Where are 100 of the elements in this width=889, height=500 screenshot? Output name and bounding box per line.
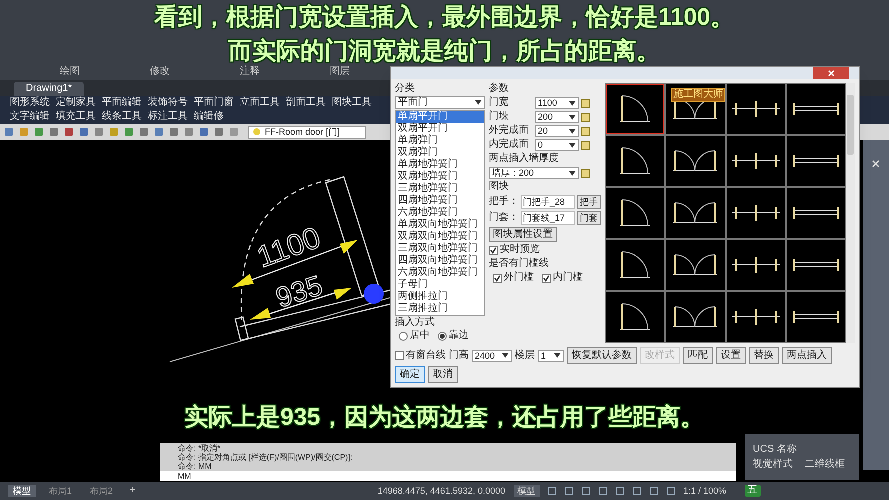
dialog-button[interactable]: 确定	[395, 366, 425, 383]
close-button[interactable]	[813, 67, 849, 79]
category-dropdown[interactable]: 平面门	[395, 96, 485, 109]
ime-indicator[interactable]: 五	[744, 485, 761, 497]
input-field[interactable]: 0	[535, 139, 579, 151]
door-type-list[interactable]: 单扇平开门 双扇平开门 单扇弹门 双扇弹门 单扇地弹簧门 双扇地弹簧门 三扇地弹簧门 四扇地弹簧门 六扇地弹簧门 单扇双向地弹簧门 双扇双向地弹簧门 三扇双向地弹簧门 四扇双向地弹簧门 六扇双向地弹簧门 子母门 两侧推拉门 三扇推拉门	[395, 110, 485, 316]
input-field[interactable]: 门把手_28	[521, 195, 575, 209]
list-item[interactable]: 双扇地弹簧门	[396, 171, 484, 183]
tool-menu-item[interactable]: 编辑修	[194, 110, 224, 124]
subtitle-text: 实际上是935，因为这两边套，还占用了些距离。	[184, 404, 705, 432]
door-thumbnail[interactable]	[786, 136, 845, 186]
door-thumbnail[interactable]	[606, 84, 664, 134]
list-item[interactable]: 三扇双向地弹簧门	[396, 243, 484, 255]
door-symbol-drawing	[672, 202, 718, 224]
door-thumbnail[interactable]	[606, 188, 664, 238]
layer-dropdown[interactable]: FF-Room door [门]	[248, 126, 366, 138]
dialog-button[interactable]: 设置	[716, 347, 746, 364]
door-thumbnail[interactable]: 施工图大师	[666, 84, 724, 134]
tool-menu-item[interactable]: 标注工具	[148, 110, 188, 124]
subtitle-text: 看到，根据门宽设置插入，最外围边界，恰好是1100。	[154, 4, 735, 32]
dialog-button[interactable]: 匹配	[683, 347, 713, 364]
tool-menu-item[interactable]: 文字编辑	[10, 110, 50, 124]
dialog-button[interactable]: 取消	[428, 366, 458, 383]
document-tab[interactable]: Drawing1*	[14, 82, 84, 96]
block-button[interactable]: 把手	[577, 195, 601, 209]
input-field[interactable]: 1100	[535, 97, 579, 109]
layout-tab[interactable]: 布局1	[44, 485, 78, 497]
block-button[interactable]: 门套	[577, 211, 601, 225]
tool-menu-item[interactable]: 剖面工具	[286, 96, 326, 110]
tool-menu-item[interactable]: 图块工具	[332, 96, 372, 110]
door-thumbnail[interactable]	[786, 188, 845, 238]
door-thumbnail[interactable]	[726, 240, 785, 290]
property-label: 视觉样式	[753, 458, 793, 470]
input-field[interactable]: 2400	[472, 350, 512, 362]
door-thumbnail[interactable]	[786, 240, 845, 290]
door-thumbnail[interactable]	[606, 292, 664, 342]
ribbon-panel-label[interactable]: 图层	[330, 66, 350, 78]
checkbox[interactable]	[493, 274, 502, 282]
ribbon-panel-label[interactable]: 修改	[150, 66, 170, 78]
radio-button[interactable]	[438, 332, 447, 340]
tool-menu-item[interactable]: 定制家具	[56, 96, 96, 110]
tool-menu-item[interactable]: 线条工具	[102, 110, 142, 124]
list-item[interactable]: 双扇弹门	[396, 147, 484, 159]
list-item[interactable]: 六扇双向地弹簧门	[396, 267, 484, 279]
door-thumbnail[interactable]	[786, 292, 845, 342]
door-thumbnail[interactable]	[666, 188, 724, 238]
list-item[interactable]: 双扇双向地弹簧门	[396, 231, 484, 243]
door-thumbnail[interactable]	[606, 136, 664, 186]
close-icon	[872, 160, 880, 168]
list-item[interactable]: 单扇弹门	[396, 135, 484, 147]
list-item[interactable]: 四扇地弹簧门	[396, 195, 484, 207]
dialog-button[interactable]: 替换	[749, 347, 779, 364]
list-item[interactable]: 单扇平开门	[396, 111, 484, 123]
tool-menu-item[interactable]: 装饰符号	[148, 96, 188, 110]
door-thumbnail[interactable]	[606, 240, 664, 290]
dialog-button[interactable]: 两点插入	[782, 347, 832, 364]
scrollbar[interactable]	[846, 83, 855, 343]
input-field[interactable]: 1	[538, 350, 564, 362]
door-thumbnail[interactable]	[726, 136, 785, 186]
grip-marker-icon[interactable]	[364, 284, 384, 304]
input-field[interactable]: 200	[535, 111, 579, 123]
block-properties-button[interactable]: 图块属性设置	[489, 227, 557, 242]
door-thumbnail[interactable]	[666, 136, 724, 186]
layout-tab[interactable]: 布局2	[85, 485, 118, 497]
list-item[interactable]: 双扇平开门	[396, 123, 484, 135]
tool-menu-item[interactable]: 平面门窗	[194, 96, 234, 110]
list-item[interactable]: 单扇双向地弹簧门	[396, 219, 484, 231]
tool-menu-item[interactable]: 立面工具	[240, 96, 280, 110]
annotation-scale[interactable]: 1:1 / 100%	[684, 485, 727, 497]
add-tab-button[interactable]: +	[126, 485, 140, 497]
model-space-button[interactable]: 模型	[514, 485, 540, 497]
dialog-button[interactable]: 恢复默认参数	[567, 347, 637, 364]
layout-tab[interactable]: 模型	[8, 485, 36, 497]
tool-menu-item[interactable]: 填充工具	[56, 110, 96, 124]
field-label: 门高	[449, 350, 469, 362]
ribbon-panel-label[interactable]: 注释	[240, 66, 260, 78]
list-item[interactable]: 三扇推拉门	[396, 303, 484, 315]
tool-menu-item[interactable]: 图形系统	[10, 96, 50, 110]
list-item[interactable]: 六扇地弹簧门	[396, 207, 484, 219]
door-thumbnail[interactable]	[666, 292, 724, 342]
list-item[interactable]: 三扇地弹簧门	[396, 183, 484, 195]
door-thumbnail[interactable]	[726, 292, 785, 342]
radio-button[interactable]	[399, 332, 408, 340]
ribbon-panel-label[interactable]: 绘图	[60, 66, 80, 78]
input-field[interactable]: 墙厚：200	[489, 167, 579, 179]
door-thumbnail[interactable]	[726, 84, 785, 134]
checkbox[interactable]	[489, 246, 498, 254]
input-field[interactable]: 门套线_17	[521, 211, 575, 225]
list-item[interactable]: 两侧推拉门	[396, 291, 484, 303]
list-item[interactable]: 子母门	[396, 279, 484, 291]
checkbox[interactable]	[542, 274, 551, 282]
door-thumbnail[interactable]	[666, 240, 724, 290]
list-item[interactable]: 四扇双向地弹簧门	[396, 255, 484, 267]
door-thumbnail[interactable]	[786, 84, 845, 134]
checkbox[interactable]	[395, 351, 404, 360]
command-input[interactable]: MM	[160, 471, 736, 481]
door-thumbnail[interactable]	[726, 188, 785, 238]
tool-menu-item[interactable]: 平面编辑	[102, 96, 142, 110]
list-item[interactable]: 单扇地弹簧门	[396, 159, 484, 171]
input-field[interactable]: 20	[535, 125, 579, 137]
